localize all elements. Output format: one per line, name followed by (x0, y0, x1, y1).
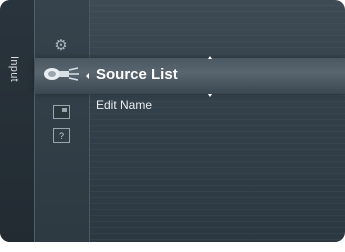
input-plug-glyph (44, 67, 79, 81)
scroll-down-arrow-icon (208, 94, 212, 97)
gear-icon[interactable]: ⚙ (52, 36, 70, 54)
menu-content-area (90, 0, 345, 242)
tv-menu-screen: Input ⚙ ? Source List Edit Name (0, 0, 345, 252)
help-icon[interactable]: ? (53, 128, 70, 143)
section-label: Input (8, 56, 20, 82)
section-rail: Input (0, 0, 35, 242)
menu-item-edit-name[interactable]: Edit Name (96, 98, 152, 112)
picture-in-picture-icon[interactable] (53, 105, 70, 119)
menu-panel: Input ⚙ ? Source List Edit Name (0, 0, 345, 242)
menu-item-source-list[interactable]: Source List (96, 66, 178, 83)
scroll-up-arrow-icon (208, 56, 212, 59)
input-plug-icon[interactable] (42, 62, 82, 86)
back-arrow-icon (86, 73, 89, 79)
